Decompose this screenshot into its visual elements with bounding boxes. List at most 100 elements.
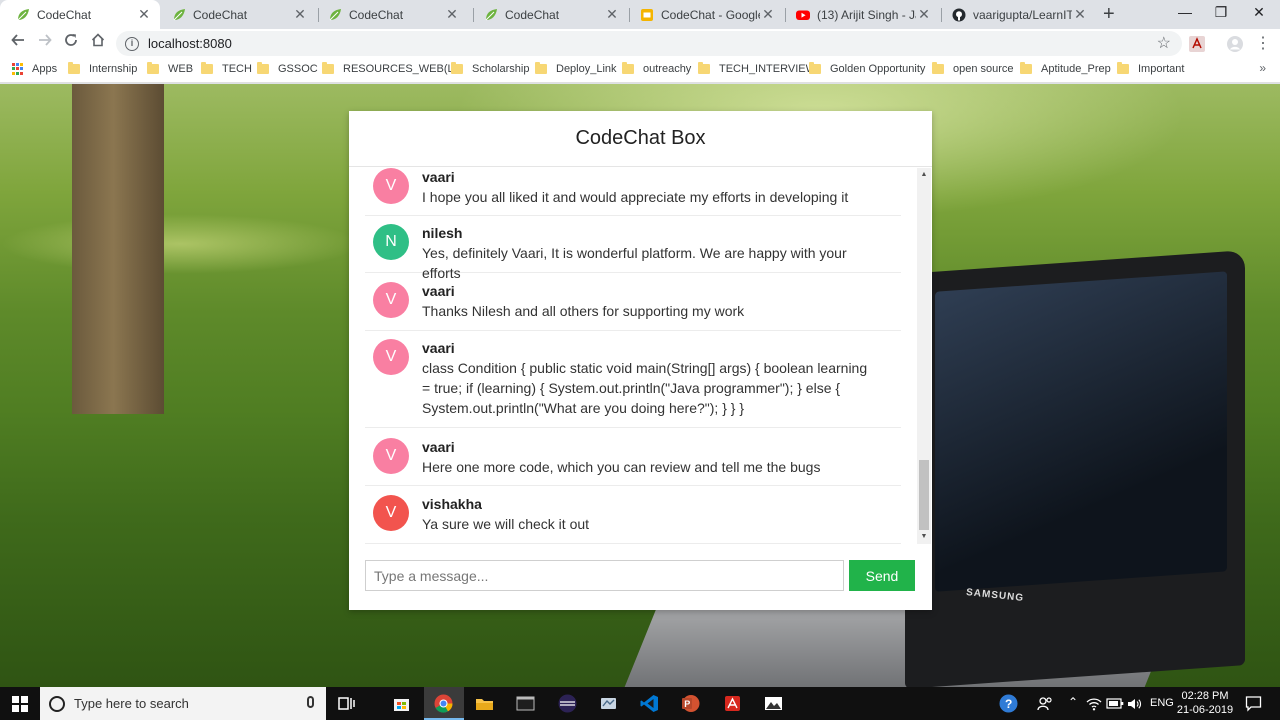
bookmark-folder[interactable]: Golden Opportunity [809,62,926,75]
tab-title: CodeChat [193,7,248,22]
clock-date: 21-06-2019 [1176,704,1234,716]
photos-icon[interactable] [764,694,783,713]
google-slides-icon [641,8,653,21]
acrobat-extension-icon[interactable] [1189,36,1205,52]
bookmark-folder[interactable]: Aptitude_Prep [1020,62,1111,75]
file-explorer-icon[interactable] [475,694,494,713]
folder-icon [809,62,821,74]
folder-icon [1117,62,1129,74]
system-clock[interactable]: 02:28 PM 21-06-2019 [1176,689,1234,717]
scroll-down-arrow-icon[interactable]: ▼ [917,531,931,543]
close-icon[interactable]: ✕ [292,6,308,23]
send-button[interactable]: Send [849,560,915,591]
folder-icon [622,62,634,74]
volume-icon[interactable] [1126,696,1142,712]
star-icon[interactable]: ☆ [1157,33,1171,53]
bookmark-label: Golden Opportunity [830,63,926,75]
close-icon[interactable]: ✕ [1072,6,1088,23]
bookmark-label: WEB [168,63,194,75]
tab-codechat[interactable]: CodeChat ✕ [468,0,628,29]
bookmark-folder[interactable]: RESOURCES_WEB(L... [322,62,463,75]
message-input[interactable] [365,560,844,591]
bookmark-folder[interactable]: TECH_INTERVIEW [698,62,816,75]
taskbar-search[interactable]: Type here to search [40,687,326,720]
message-text: I hope you all liked it and would apprec… [422,189,849,205]
close-icon[interactable]: ✕ [604,6,620,23]
chrome-icon[interactable] [434,694,453,713]
bookmark-folder[interactable]: outreachy [622,62,691,75]
close-icon[interactable]: ✕ [916,6,932,23]
people-icon[interactable] [1036,694,1055,713]
notification-center-icon[interactable] [1245,695,1262,712]
tab-github[interactable]: vaarigupta/LearnITGirl ✕ [936,0,1096,29]
avatar: V [373,495,409,531]
tab-codechat[interactable]: CodeChat ✕ [312,0,468,29]
microphone-icon[interactable] [307,696,314,708]
menu-kebab-icon[interactable]: ⋮ [1251,33,1275,53]
bookmark-folder[interactable]: TECH [201,62,252,75]
home-button[interactable] [86,33,110,52]
message-item: V vaari class Condition { public static … [365,339,901,428]
folder-icon [535,62,547,74]
tab-google-slides[interactable]: CodeChat - Google Slides ✕ [624,0,784,29]
windows-start-icon[interactable] [12,696,28,712]
bookmark-folder[interactable]: Scholarship [451,62,529,75]
close-icon[interactable]: ✕ [444,6,460,23]
message-composer: Send [365,560,916,592]
chevron-up-icon[interactable]: ⌃ [1068,695,1078,709]
message-list[interactable]: V vaari I hope you all liked it and woul… [349,168,932,546]
back-button[interactable] [6,33,30,52]
scrollbar-thumb[interactable] [919,460,929,530]
close-icon[interactable]: ✕ [136,6,152,23]
svg-text:P: P [684,699,690,709]
youtube-icon [796,10,810,20]
powerpoint-icon[interactable]: P [681,694,700,713]
wifi-icon[interactable] [1086,696,1102,712]
address-bar[interactable]: i localhost:8080 ☆ [116,31,1182,56]
forward-button[interactable] [33,33,57,52]
github-icon [952,8,966,21]
bookmark-folder[interactable]: WEB [147,62,194,75]
close-icon[interactable]: ✕ [760,6,776,23]
vscode-icon[interactable] [640,694,659,713]
folder-icon [68,62,80,74]
eclipse-icon[interactable] [558,694,577,713]
tab-codechat-active[interactable]: CodeChat ✕ [0,0,160,29]
app-icon[interactable] [599,694,618,713]
bookmark-apps[interactable]: Apps [12,63,57,75]
url-text[interactable]: localhost:8080 [148,36,232,51]
bookmarks-overflow-icon[interactable]: » [1259,61,1266,75]
message-text: Yes, definitely Vaari, It is wonderful p… [422,245,847,281]
tab-codechat[interactable]: CodeChat ✕ [156,0,316,29]
battery-icon[interactable] [1106,697,1124,710]
clock-time: 02:28 PM [1181,690,1229,702]
chat-header: CodeChat Box [349,111,932,167]
bookmark-folder[interactable]: GSSOC [257,62,318,75]
message-body: vaari Here one more code, which you can … [422,438,872,477]
tab-youtube[interactable]: (13) Arijit Singh - Jaan ✕ [780,0,940,29]
bookmark-folder[interactable]: Internship [68,62,137,75]
tab-title: CodeChat - Google Slides [661,7,760,22]
profile-avatar-icon[interactable] [1227,36,1243,52]
message-body: vaari Thanks Nilesh and all others for s… [422,282,872,321]
new-tab-button[interactable]: + [1103,3,1115,26]
scroll-up-arrow-icon[interactable]: ▲ [917,169,931,181]
bookmark-folder[interactable]: Deploy_Link [535,62,617,75]
leaf-icon [173,8,185,20]
avatar: V [373,438,409,474]
window-close-button[interactable]: ✕ [1236,4,1280,21]
bookmark-folder[interactable]: open source [932,62,1014,75]
bookmark-folder[interactable]: Important [1117,62,1184,75]
info-icon[interactable]: i [125,36,139,51]
language-indicator[interactable]: ENG [1150,697,1174,709]
task-view-icon[interactable] [337,694,356,713]
reload-button[interactable] [59,33,83,52]
message-scrollbar[interactable]: ▲ ▼ [917,168,931,544]
acrobat-icon[interactable] [723,694,742,713]
terminal-icon[interactable] [516,694,535,713]
store-icon[interactable] [392,694,411,713]
svg-text:?: ? [1005,697,1012,711]
bookmark-label: TECH_INTERVIEW [719,63,816,75]
avatar: V [373,339,409,375]
help-icon[interactable]: ? [999,694,1018,713]
